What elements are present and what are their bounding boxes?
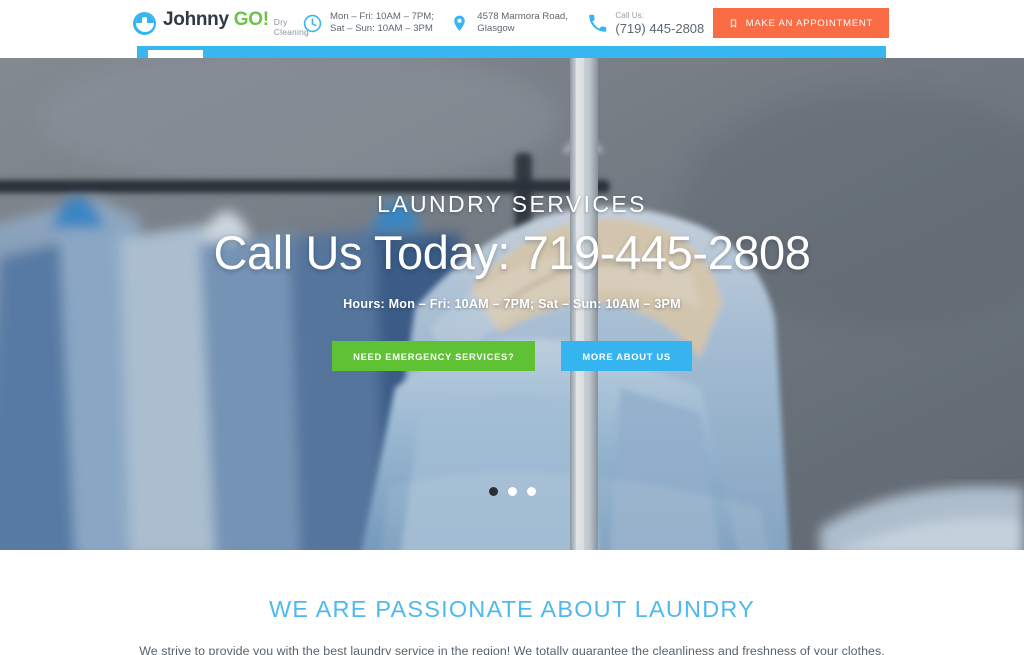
- topbar-address: 4578 Marmora Road, Glasgow: [450, 11, 588, 36]
- logo-name-accent: GO!: [233, 9, 269, 30]
- make-appointment-button[interactable]: MAKE AN APPOINTMENT: [712, 8, 890, 38]
- hero-title: Call Us Today: 719-445-2808: [213, 226, 811, 279]
- more-about-us-button[interactable]: MORE ABOUT US: [561, 341, 692, 371]
- topbar-phone[interactable]: Call Us: (719) 445-2808: [588, 11, 712, 36]
- phone-icon: [588, 14, 607, 33]
- top-bar: Johnny GO! Dry Cleaning Mon – Fri: 10AM –…: [0, 0, 1024, 46]
- hours-line-2: Sat – Sun: 10AM – 3PM: [330, 23, 433, 34]
- hero-slider: LAUNDRY SERVICES Call Us Today: 719-445-…: [0, 58, 1024, 550]
- section-title: WE ARE PASSIONATE ABOUT LAUNDRY: [269, 596, 755, 622]
- section-text: We strive to provide you with the best l…: [139, 644, 885, 655]
- phone-label: Call Us:: [615, 10, 645, 20]
- washing-machine-icon: [133, 11, 156, 35]
- address-line-1: 4578 Marmora Road,: [477, 10, 568, 22]
- logo-name-primary: Johnny: [163, 9, 229, 30]
- hours-line-1: Mon – Fri: 10AM – 7PM;: [330, 10, 434, 22]
- topbar-hours: Mon – Fri: 10AM – 7PM; Sat – Sun: 10AM –…: [303, 11, 450, 36]
- map-pin-icon: [450, 14, 469, 33]
- site-logo[interactable]: Johnny GO! Dry Cleaning: [133, 9, 309, 37]
- hero-content: LAUNDRY SERVICES Call Us Today: 719-445-…: [0, 58, 1024, 550]
- page-root: Johnny GO! Dry Cleaning Mon – Fri: 10AM –…: [0, 0, 1024, 655]
- hero-hours: Hours: Mon – Fri: 10AM – 7PM; Sat – Sun:…: [343, 297, 681, 311]
- phone-number: (719) 445-2808: [615, 20, 705, 36]
- slider-pagination: [0, 487, 1024, 496]
- clock-icon: [303, 14, 322, 33]
- slider-dot-1[interactable]: [488, 487, 498, 496]
- slider-dot-2[interactable]: [507, 487, 517, 496]
- bookmark-icon: [729, 18, 738, 29]
- make-appointment-label: MAKE AN APPOINTMENT: [745, 17, 874, 29]
- hero-kicker: LAUNDRY SERVICES: [377, 191, 647, 217]
- slider-dot-3[interactable]: [526, 487, 536, 496]
- emergency-services-button[interactable]: NEED EMERGENCY SERVICES?: [332, 341, 536, 371]
- address-line-2: Glasgow: [477, 23, 515, 34]
- hero-buttons: NEED EMERGENCY SERVICES? MORE ABOUT US: [332, 341, 692, 371]
- intro-section: WE ARE PASSIONATE ABOUT LAUNDRY We striv…: [0, 550, 1024, 655]
